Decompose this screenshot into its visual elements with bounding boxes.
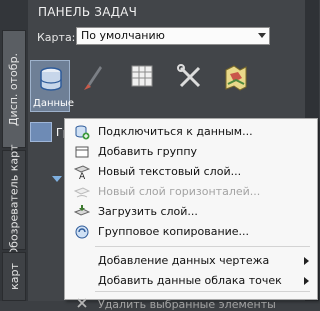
map-select-value: По умолчанию bbox=[81, 29, 165, 42]
table-button[interactable] bbox=[122, 60, 162, 112]
menu-item-add-drawing-data[interactable]: Добавление данных чертежа bbox=[65, 251, 317, 271]
menu-item-delete-selected: Удалить выбранные элементы bbox=[65, 279, 317, 311]
chevron-down-icon bbox=[258, 33, 266, 38]
menu-item-label: Новый слой горизонталей... bbox=[98, 185, 261, 198]
map-icon bbox=[225, 65, 247, 91]
style-button[interactable] bbox=[74, 60, 114, 112]
context-menu: Подключиться к данным... Добавить группу… bbox=[64, 118, 318, 311]
map-button[interactable] bbox=[216, 60, 256, 112]
tab-label: карт bbox=[7, 263, 21, 290]
brush-icon bbox=[84, 66, 102, 90]
tab-map-book[interactable]: карт bbox=[2, 252, 26, 301]
tab-label: Обозреватель карт bbox=[7, 144, 21, 256]
map-label: Карта: bbox=[37, 31, 76, 44]
text-layer-icon: A bbox=[74, 165, 90, 180]
toolbar: Данные bbox=[30, 60, 290, 114]
database-icon bbox=[40, 67, 62, 91]
menu-item-label: Подключиться к данным... bbox=[98, 125, 253, 138]
panel-title: ПАНЕЛЬ ЗАДАЧ bbox=[38, 5, 138, 19]
connect-data-icon bbox=[75, 125, 90, 140]
submenu-arrow-icon bbox=[304, 257, 309, 265]
menu-item-label: Удалить выбранные элементы bbox=[98, 298, 276, 311]
tab-display-manager[interactable]: Дисп. отобр. bbox=[2, 30, 26, 148]
menu-item-label: Новый текстовый слой... bbox=[98, 165, 242, 178]
menu-item-new-contour-layer: Новый слой горизонталей... bbox=[65, 182, 317, 202]
expand-arrow-icon[interactable] bbox=[52, 176, 62, 182]
menu-item-load-layer[interactable]: Загрузить слой... bbox=[65, 202, 317, 222]
task-pane: Дисп. отобр. Обозреватель карт карт ПАНЕ… bbox=[0, 0, 319, 311]
menu-separator bbox=[95, 246, 310, 247]
menu-item-label: Загрузить слой... bbox=[98, 205, 198, 218]
menu-item-connect-data[interactable]: Подключиться к данным... bbox=[65, 122, 317, 142]
menu-item-new-text-layer[interactable]: A Новый текстовый слой... bbox=[65, 162, 317, 182]
menu-item-label: Добавить группу bbox=[98, 145, 198, 158]
svg-text:A: A bbox=[79, 172, 86, 180]
data-button-label: Данные bbox=[33, 98, 75, 109]
tab-label: Дисп. отобр. bbox=[7, 52, 21, 126]
vertical-tab-strip: Дисп. отобр. Обозреватель карт карт bbox=[0, 0, 28, 301]
add-group-icon bbox=[75, 146, 89, 158]
table-icon bbox=[131, 65, 153, 87]
map-select[interactable]: По умолчанию bbox=[76, 27, 270, 45]
bulk-copy-icon bbox=[75, 225, 89, 239]
data-button[interactable]: Данные bbox=[30, 60, 74, 112]
menu-item-add-group[interactable]: Добавить группу bbox=[65, 142, 317, 162]
delete-icon bbox=[77, 298, 87, 308]
menu-item-bulk-copy[interactable]: Групповое копирование... bbox=[65, 222, 317, 242]
load-layer-icon bbox=[74, 205, 90, 216]
contour-layer-icon bbox=[74, 187, 90, 198]
tools-icon bbox=[177, 64, 201, 88]
tools-button[interactable] bbox=[170, 60, 210, 112]
tab-map-explorer[interactable]: Обозреватель карт bbox=[2, 144, 26, 256]
menu-item-label: Добавление данных чертежа bbox=[98, 254, 270, 267]
menu-item-label: Групповое копирование... bbox=[98, 225, 250, 238]
group-button[interactable] bbox=[30, 122, 52, 142]
